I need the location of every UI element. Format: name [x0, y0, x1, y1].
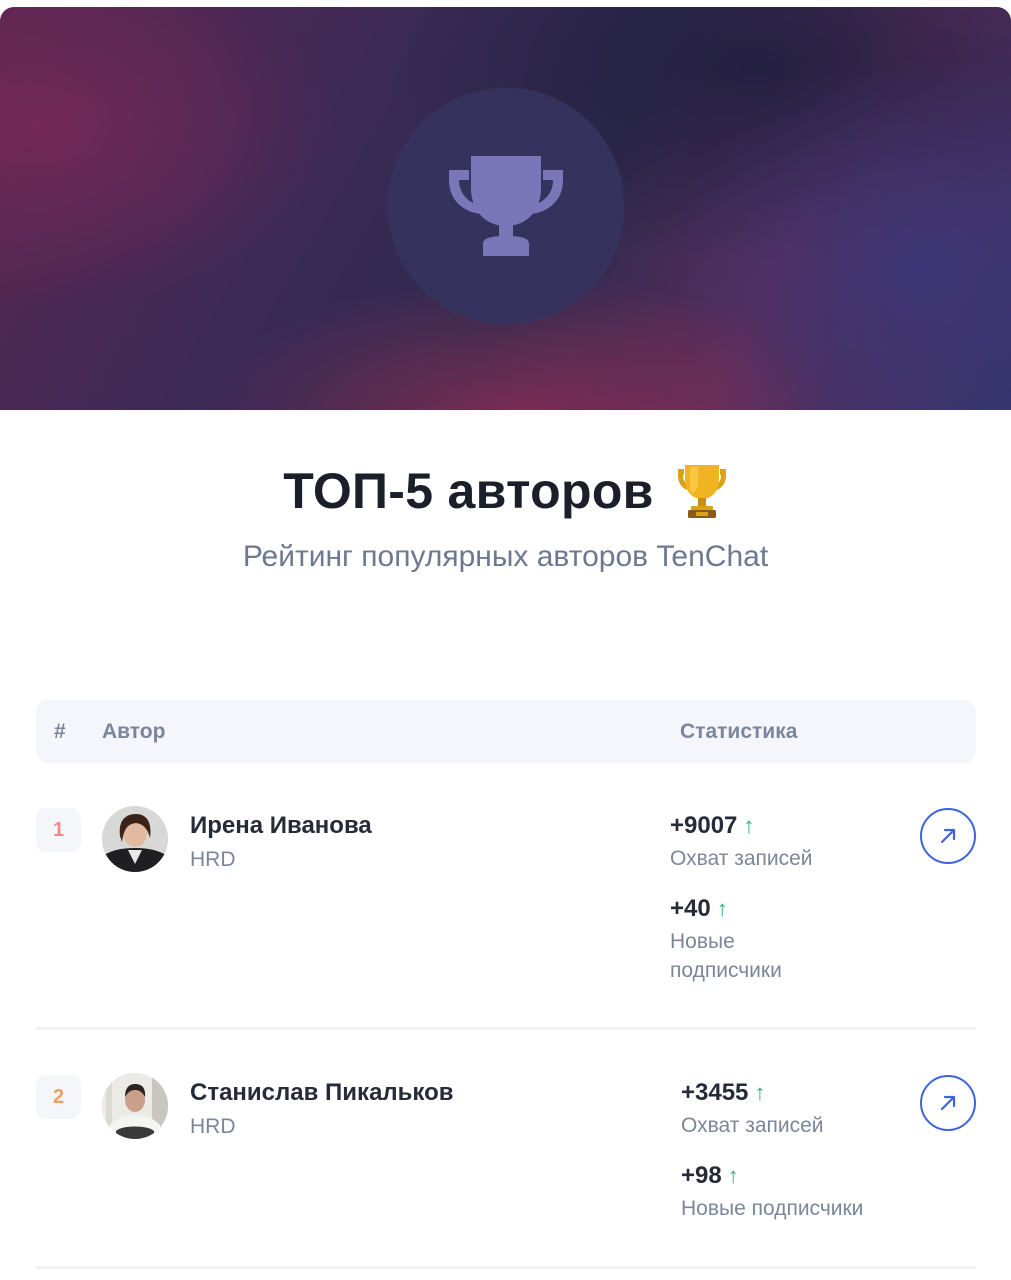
trophy-badge — [388, 88, 624, 324]
column-header-author: Автор — [102, 720, 166, 743]
author-role: HRD — [190, 1115, 236, 1138]
subscribers-stat: +40 ↑ — [670, 895, 728, 923]
subscribers-stat: +98 ↑ — [681, 1162, 739, 1190]
avatar-photo — [102, 806, 168, 872]
hero-banner — [0, 7, 1011, 410]
reach-value: +3455 — [681, 1079, 749, 1106]
page-title: ТОП-5 авторов — [283, 463, 654, 519]
page-subtitle: Рейтинг популярных авторов TenChat — [242, 540, 769, 573]
table-row: 2 Станислав Пикальков HRD +3455 ↑ Охват … — [36, 1073, 976, 1269]
rank-badge: 2 — [36, 1075, 81, 1119]
top-authors-page: ТОП-5 авторов Рейтинг популярных авторов… — [0, 0, 1011, 1280]
rank-badge: 1 — [36, 808, 81, 852]
subscribers-label-line-2: подписчики — [670, 959, 782, 982]
avatar[interactable] — [102, 1073, 168, 1139]
title-row: ТОП-5 авторов — [0, 462, 1011, 520]
author-name[interactable]: Станислав Пикальков — [190, 1079, 454, 1107]
reach-stat: +9007 ↑ — [670, 812, 754, 840]
subscribers-label: Новые подписчики — [681, 1197, 864, 1220]
open-author-button[interactable] — [920, 1075, 976, 1131]
arrow-up-right-icon — [940, 828, 956, 844]
reach-value: +9007 — [670, 812, 738, 839]
column-header-number: # — [54, 720, 66, 743]
subscribers-value: +98 — [681, 1162, 722, 1189]
avatar[interactable] — [102, 806, 168, 872]
author-name[interactable]: Ирена Иванова — [190, 812, 372, 840]
column-header-stats: Статистика — [680, 720, 798, 743]
arrow-up-right-icon — [940, 1095, 956, 1111]
reach-label: Охват записей — [681, 1114, 824, 1137]
open-author-button[interactable] — [920, 808, 976, 864]
trophy-emoji-icon — [677, 465, 726, 518]
arrow-up-icon: ↑ — [754, 1080, 766, 1105]
trophy-icon — [449, 156, 563, 256]
table-header: # Автор Статистика — [36, 700, 976, 763]
table-row: 1 Ирена Иванова HRD +9007 ↑ Охват записе… — [36, 806, 976, 1030]
reach-stat: +3455 ↑ — [681, 1079, 765, 1107]
arrow-up-icon: ↑ — [743, 813, 755, 838]
subscribers-value: +40 — [670, 895, 711, 922]
reach-label: Охват записей — [670, 847, 813, 870]
subscribers-label-line-1: Новые — [670, 930, 735, 953]
subscribers-label: Новые подписчики — [670, 927, 782, 985]
avatar-photo — [102, 1073, 168, 1139]
arrow-up-icon: ↑ — [716, 896, 728, 921]
arrow-up-icon: ↑ — [727, 1163, 739, 1188]
author-role: HRD — [190, 848, 236, 871]
